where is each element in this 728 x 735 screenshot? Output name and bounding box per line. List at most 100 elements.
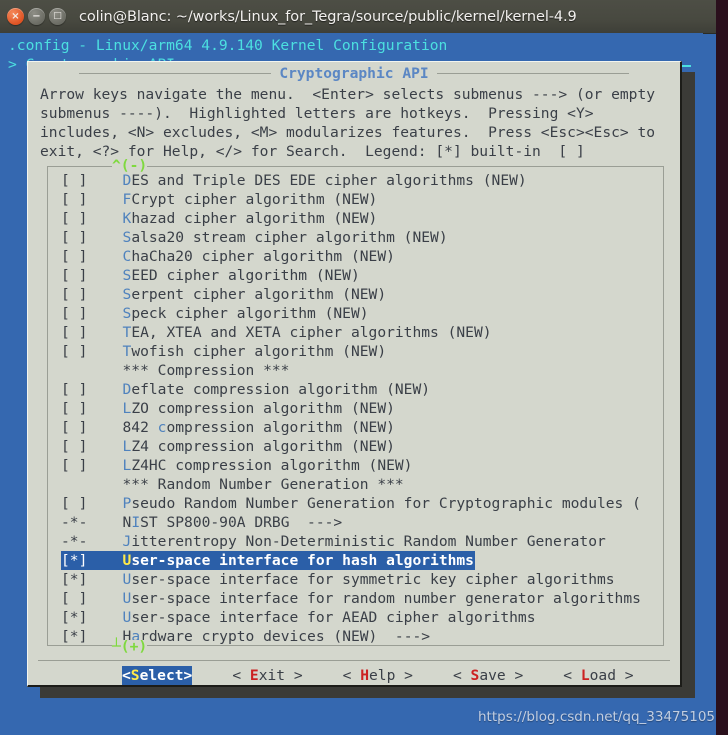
menu-item[interactable]: [ ] LZO compression algorithm (NEW)	[61, 399, 663, 418]
menu-item-state: [ ]	[61, 305, 123, 322]
button-label: xit	[258, 666, 286, 684]
menu-item[interactable]: [ ] Serpent cipher algorithm (NEW)	[61, 285, 663, 304]
minimize-glyph: −	[32, 10, 41, 22]
menu-item[interactable]: [ ] SEED cipher algorithm (NEW)	[61, 266, 663, 285]
scroll-down-indicator: ┴(+)	[112, 638, 148, 655]
menu-item-label: wofish cipher algorithm (NEW)	[131, 343, 387, 360]
button-bracket-close: >	[285, 666, 303, 684]
button-load[interactable]: < Load >	[563, 666, 633, 685]
menu-item-label-pre: 842	[122, 419, 158, 436]
menu-item-label: Z4 compression algorithm (NEW)	[131, 438, 395, 455]
menu-item[interactable]: [*] User-space interface for AEAD cipher…	[61, 608, 663, 627]
menu-item-hotkey: T	[122, 324, 132, 341]
menu-item-label: ZO compression algorithm (NEW)	[131, 400, 395, 417]
menu-item-state: [ ]	[61, 229, 123, 246]
menu-item-state: [ ]	[61, 400, 123, 417]
dialog-title: Cryptographic API	[279, 65, 429, 82]
menu-item-label: rdware crypto devices (NEW) --->	[140, 628, 431, 645]
button-label: oad	[589, 666, 616, 684]
menu-item-state: -*-	[61, 514, 123, 531]
dialog-button-row: <Select> < Exit > < Help > < Save > < Load >	[28, 662, 680, 688]
menu-item-label: erpent cipher algorithm (NEW)	[131, 286, 387, 303]
menu-item-state: -*-	[61, 533, 123, 550]
menu-item[interactable]: [ ] ChaCha20 cipher algorithm (NEW)	[61, 247, 663, 266]
menu-item[interactable]: [*] User-space interface for symmetric k…	[61, 570, 663, 589]
menu-item[interactable]: [ ] Twofish cipher algorithm (NEW)	[61, 342, 663, 361]
button-exit[interactable]: < Exit >	[232, 666, 302, 685]
menu-item-list: [ ] DES and Triple DES EDE cipher algori…	[48, 171, 663, 645]
menu-item-label: Z4HC compression algorithm (NEW)	[131, 457, 413, 474]
dialog-title-rule-left	[79, 73, 272, 74]
menu-item-label: hazad cipher algorithm (NEW)	[131, 210, 378, 227]
menu-item-hotkey: D	[122, 172, 132, 189]
menu-item[interactable]: -*- Jitterentropy Non-Deterministic Rand…	[61, 532, 663, 551]
menu-item-state: [ ]	[61, 267, 123, 284]
menu-item[interactable]: [ ] DES and Triple DES EDE cipher algori…	[61, 171, 663, 190]
menu-item-label-pre: *** Compression ***	[122, 362, 290, 379]
button-help[interactable]: < Help >	[343, 666, 413, 685]
menu-item-hotkey: U	[122, 571, 132, 588]
menu-item-hotkey: U	[122, 552, 132, 569]
button-separator	[38, 660, 670, 661]
menu-item[interactable]: [ ] 842 compression algorithm (NEW)	[61, 418, 663, 437]
button-save[interactable]: < Save >	[453, 666, 523, 685]
menu-item[interactable]: [ ] User-space interface for random numb…	[61, 589, 663, 608]
menu-item[interactable]: [*] User-space interface for hash algori…	[61, 551, 475, 570]
dialog-title-rule-right	[436, 73, 629, 74]
menu-item[interactable]: [ ] Pseudo Random Number Generation for …	[61, 494, 663, 513]
menu-item-state: [ ]	[61, 495, 123, 512]
menu-scroll-box[interactable]: [ ] DES and Triple DES EDE cipher algori…	[47, 166, 664, 646]
menu-item-label: ser-space interface for random number ge…	[131, 590, 641, 607]
menu-item-hotkey: U	[122, 609, 132, 626]
button-bracket-close: >	[395, 666, 413, 684]
menu-item-state: [ ]	[61, 210, 123, 227]
config-header-line: .config - Linux/arm64 4.9.140 Kernel Con…	[8, 37, 448, 54]
menu-item[interactable]: [ ] Speck cipher algorithm (NEW)	[61, 304, 663, 323]
menuconfig-dialog: Cryptographic API Arrow keys navigate th…	[27, 61, 682, 687]
button-bracket-open: <	[232, 666, 250, 684]
menu-item[interactable]: [ ] Khazad cipher algorithm (NEW)	[61, 209, 663, 228]
menu-separator: *** Compression ***	[61, 361, 663, 380]
button-bracket-open: <	[563, 666, 581, 684]
menu-item-hotkey: S	[122, 286, 132, 303]
menu-item-hotkey: L	[122, 457, 132, 474]
menu-item-label: ES and Triple DES EDE cipher algorithms …	[131, 172, 527, 189]
menu-item-label: itterentropy Non-Deterministic Random Nu…	[131, 533, 606, 550]
menu-item-hotkey: F	[122, 191, 132, 208]
menu-item[interactable]: [*] Hardware crypto devices (NEW) --->	[61, 627, 663, 645]
dialog-help-text: Arrow keys navigate the menu. <Enter> se…	[40, 86, 656, 160]
button-hotkey: L	[580, 666, 590, 684]
close-glyph: ×	[11, 10, 20, 22]
menu-item[interactable]: [ ] FCrypt cipher algorithm (NEW)	[61, 190, 663, 209]
menu-item[interactable]: [ ] Salsa20 stream cipher algorithm (NEW…	[61, 228, 663, 247]
button-label: elect	[139, 666, 184, 684]
menu-item-label: ser-space interface for hash algorithms	[131, 552, 474, 569]
menu-item-label: EA, XTEA and XETA cipher algorithms (NEW…	[131, 324, 492, 341]
minimize-icon[interactable]: −	[28, 8, 45, 25]
menu-item-hotkey: L	[122, 438, 132, 455]
scroll-up-indicator: ^(-)	[112, 157, 148, 174]
menu-item-hotkey: S	[122, 267, 132, 284]
menu-item-state: [ ]	[61, 457, 123, 474]
menu-item-hotkey: L	[122, 400, 132, 417]
button-label: ave	[479, 666, 506, 684]
menu-item-hotkey: K	[122, 210, 132, 227]
menu-item-label: seudo Random Number Generation for Crypt…	[131, 495, 641, 512]
menu-item-hotkey: P	[122, 495, 132, 512]
menu-item-label: haCha20 cipher algorithm (NEW)	[131, 248, 395, 265]
menu-item-hotkey: T	[122, 343, 132, 360]
menu-item[interactable]: [ ] TEA, XTEA and XETA cipher algorithms…	[61, 323, 663, 342]
button-select[interactable]: <Select>	[122, 665, 193, 685]
button-bracket-close: >	[505, 666, 524, 684]
menu-item[interactable]: -*- NIST SP800-90A DRBG --->	[61, 513, 663, 532]
button-hotkey: S	[470, 666, 480, 684]
maximize-icon[interactable]: □	[49, 8, 66, 25]
menu-item[interactable]: [ ] LZ4 compression algorithm (NEW)	[61, 437, 663, 456]
button-hotkey: E	[249, 666, 259, 684]
close-icon[interactable]: ×	[7, 8, 24, 25]
button-bracket-close: >	[616, 666, 634, 684]
menu-item-state: [*]	[61, 609, 123, 626]
menu-item[interactable]: [ ] LZ4HC compression algorithm (NEW)	[61, 456, 663, 475]
menu-item-label: eflate compression algorithm (NEW)	[131, 381, 431, 398]
menu-item[interactable]: [ ] Deflate compression algorithm (NEW)	[61, 380, 663, 399]
